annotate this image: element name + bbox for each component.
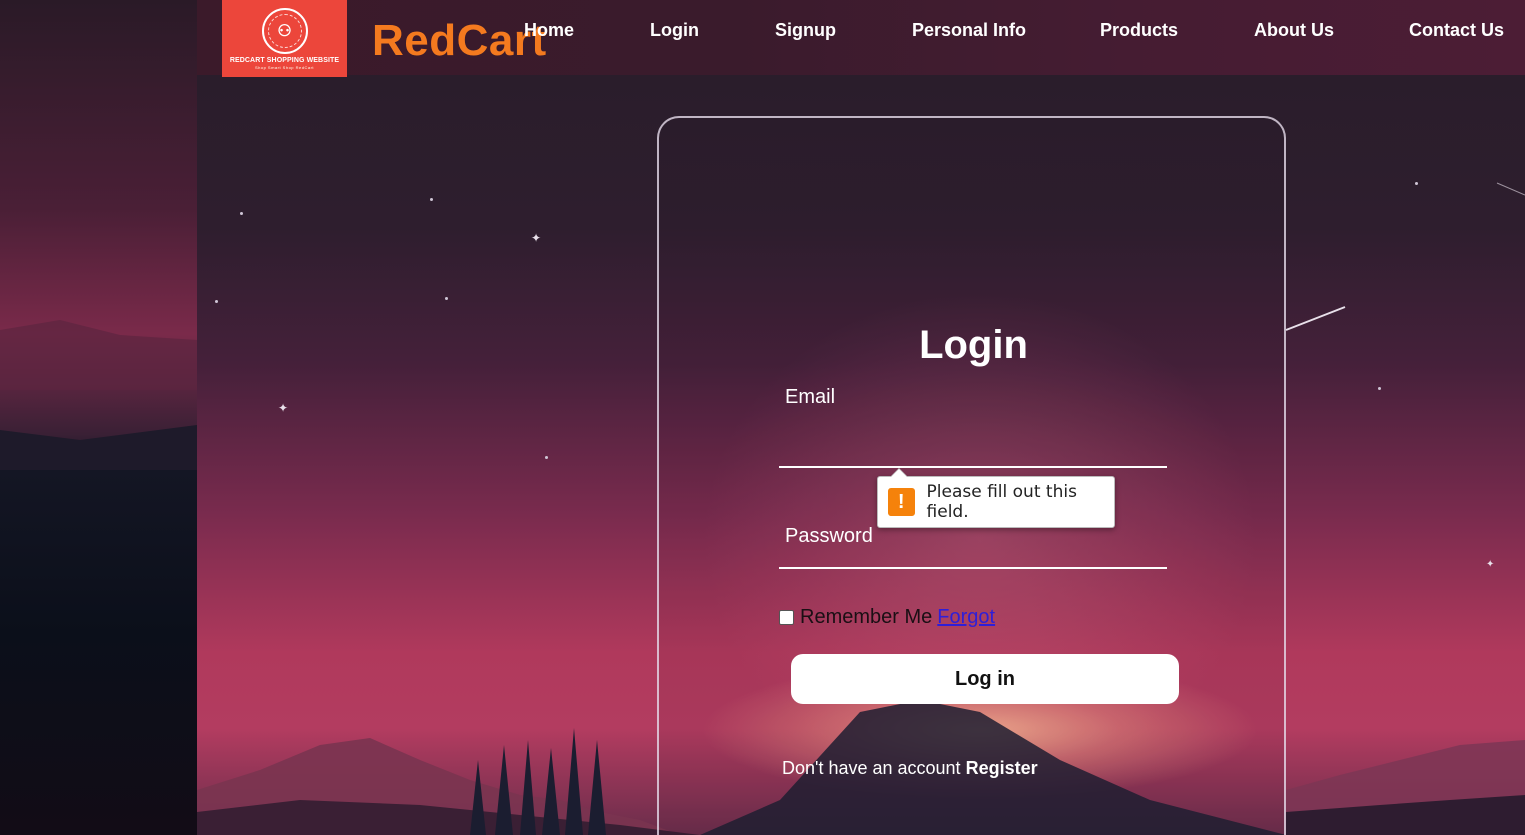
- logo-seal: ⚇: [261, 7, 308, 54]
- remember-checkbox[interactable]: [779, 610, 794, 625]
- nav-home[interactable]: Home: [524, 20, 574, 41]
- nav-products[interactable]: Products: [1100, 20, 1178, 41]
- star-dot: [445, 297, 448, 300]
- star-icon: ✦: [278, 401, 289, 415]
- brand-title: RedCart: [372, 16, 547, 65]
- register-line: Don't have an account Register: [782, 758, 1038, 779]
- nav-contact-us[interactable]: Contact Us: [1409, 20, 1504, 41]
- validation-message: Please fill out this field.: [926, 482, 1077, 522]
- email-label: Email: [785, 386, 836, 408]
- star-dot: [430, 198, 433, 201]
- star-dot: [215, 300, 218, 303]
- nav-about-us[interactable]: About Us: [1254, 20, 1334, 41]
- star-dot: [545, 456, 548, 459]
- star-icon: ✦: [531, 231, 542, 245]
- register-link[interactable]: Register: [966, 758, 1038, 778]
- password-field[interactable]: [779, 536, 1167, 566]
- star-dot: [1415, 182, 1418, 185]
- site-logo[interactable]: ⚇ REDCART SHOPPING WEBSITE Shop Smart Sh…: [222, 0, 347, 77]
- logo-tagline: Shop Smart Shop RedCart: [254, 64, 315, 70]
- register-prompt: Don't have an account: [782, 758, 961, 778]
- login-title: Login: [919, 323, 1028, 367]
- login-button[interactable]: Log in: [791, 654, 1179, 704]
- nav-signup[interactable]: Signup: [775, 20, 836, 41]
- validation-tooltip: ! Please fill out this field.: [877, 468, 1115, 528]
- star-dot: [240, 212, 243, 215]
- logo-text: REDCART SHOPPING WEBSITE: [229, 56, 340, 64]
- remember-row: Remember Me Forgot: [779, 606, 995, 629]
- email-field[interactable]: [779, 436, 1167, 466]
- star-icon: ✦: [1486, 559, 1495, 570]
- star-dot: [1378, 387, 1381, 390]
- warning-icon: !: [888, 488, 915, 516]
- password-underline: [779, 567, 1167, 569]
- nav-personal-info[interactable]: Personal Info: [912, 20, 1026, 41]
- email-underline: [779, 466, 1167, 468]
- family-icon: ⚇: [277, 22, 292, 40]
- remember-label: Remember Me: [800, 606, 933, 628]
- forgot-link[interactable]: Forgot: [937, 606, 995, 629]
- nav-login[interactable]: Login: [650, 20, 699, 41]
